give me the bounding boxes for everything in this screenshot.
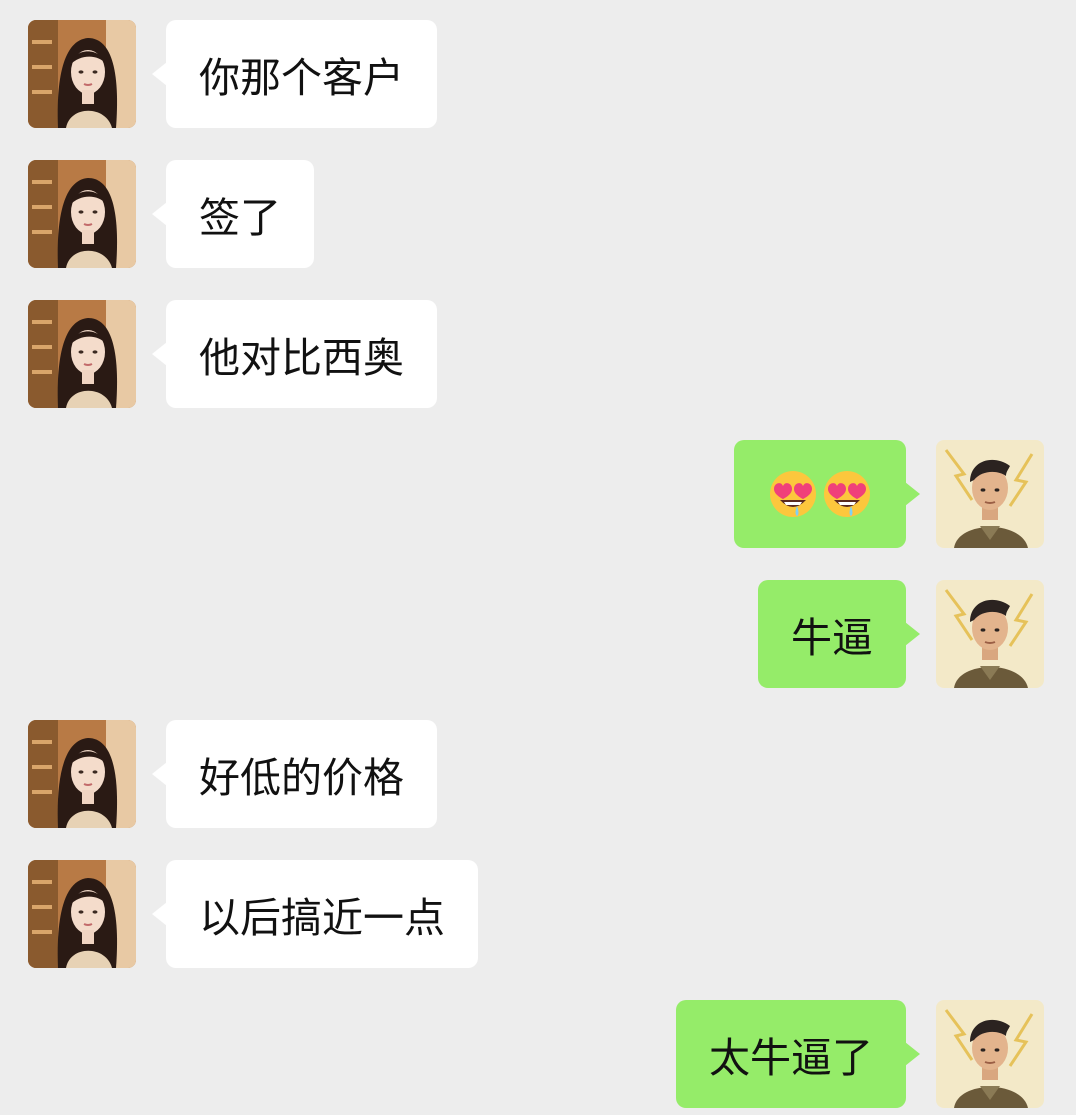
incoming-message-bubble[interactable]: 好低的价格 <box>152 720 437 828</box>
message-text: 他对比西奥 <box>199 334 404 382</box>
message-text: 太牛逼了 <box>709 1034 873 1082</box>
message-text: 你那个客户 <box>199 54 404 102</box>
message-row-incoming: 他对比西奥 <box>0 300 1076 408</box>
incoming-message-bubble[interactable]: 他对比西奥 <box>152 300 437 408</box>
chat-conversation: 你那个客户 签了 他对比西奥 牛逼 好低的价格 以后搞近一点 太牛逼了 <box>0 0 1076 1115</box>
message-text: 签了 <box>199 194 281 242</box>
message-row-incoming: 以后搞近一点 <box>0 860 1076 968</box>
outgoing-message-bubble[interactable]: 太牛逼了 <box>676 1000 920 1108</box>
emoji-message <box>767 468 873 520</box>
heart-eyes-drooling-face-icon <box>821 468 873 520</box>
message-row-outgoing: 太牛逼了 <box>0 1000 1076 1108</box>
message-text: 牛逼 <box>791 614 873 662</box>
woman-avatar-icon[interactable] <box>28 160 136 268</box>
heart-eyes-drooling-face-icon <box>767 468 819 520</box>
woman-avatar-icon[interactable] <box>28 860 136 968</box>
message-row-incoming: 签了 <box>0 160 1076 268</box>
woman-avatar-icon[interactable] <box>28 720 136 828</box>
message-row-outgoing: 牛逼 <box>0 580 1076 688</box>
incoming-message-bubble[interactable]: 签了 <box>152 160 314 268</box>
man-avatar-icon[interactable] <box>936 580 1044 688</box>
message-row-outgoing <box>0 440 1076 548</box>
message-row-incoming: 你那个客户 <box>0 20 1076 128</box>
man-avatar-icon[interactable] <box>936 440 1044 548</box>
message-row-incoming: 好低的价格 <box>0 720 1076 828</box>
message-text: 好低的价格 <box>199 754 404 802</box>
incoming-message-bubble[interactable]: 以后搞近一点 <box>152 860 478 968</box>
woman-avatar-icon[interactable] <box>28 20 136 128</box>
outgoing-emoji-bubble[interactable] <box>734 440 920 548</box>
woman-avatar-icon[interactable] <box>28 300 136 408</box>
man-avatar-icon[interactable] <box>936 1000 1044 1108</box>
message-text: 以后搞近一点 <box>199 894 445 942</box>
outgoing-message-bubble[interactable]: 牛逼 <box>758 580 920 688</box>
incoming-message-bubble[interactable]: 你那个客户 <box>152 20 437 128</box>
